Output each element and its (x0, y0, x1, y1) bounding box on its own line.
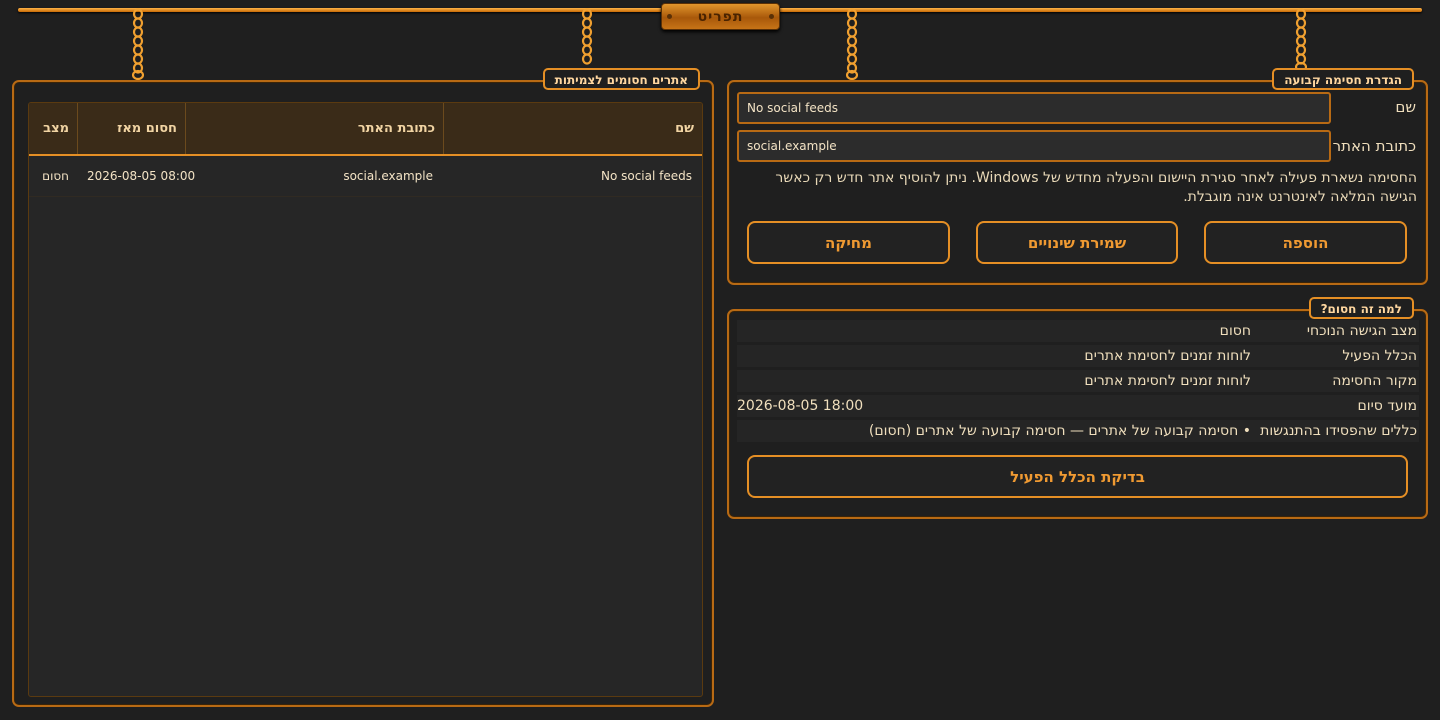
block-source-label: מקור החסימה (1332, 373, 1417, 389)
info-row-end-time: מועד סיום 2026-08-05 18:00 (737, 395, 1419, 417)
access-state-value: חסום (1219, 323, 1251, 339)
chain-icon (581, 8, 593, 68)
info-row-access-state: מצב הגישה הנוכחי חסום (737, 320, 1419, 342)
table-header: שם כתובת האתר חסום מאז מצב (29, 103, 702, 156)
chain-icon (846, 8, 858, 80)
form-title: הגדרת חסימה קבועה (1272, 68, 1414, 90)
url-input[interactable] (737, 130, 1331, 162)
name-input[interactable] (737, 92, 1331, 124)
column-header-url[interactable]: כתובת האתר (185, 103, 443, 154)
column-header-since[interactable]: חסום מאז (77, 103, 185, 154)
chain-icon (1295, 8, 1307, 72)
why-title: ?למה זה חסום (1308, 297, 1414, 319)
chain-icon (132, 8, 144, 80)
info-row-block-source: מקור החסימה לוחות זמנים לחסימת אתרים (737, 370, 1419, 392)
name-label: שם (1395, 98, 1416, 116)
active-rule-value: לוחות זמנים לחסימת אתרים (1084, 348, 1251, 364)
why-blocked-panel: ?למה זה חסום מצב הגישה הנוכחי חסום הכלל … (727, 297, 1428, 519)
info-row-active-rule: הכלל הפעיל לוחות זמנים לחסימת אתרים (737, 345, 1419, 367)
menu-button[interactable]: תפריט (661, 3, 780, 30)
rivet-icon (769, 14, 774, 19)
lost-rules-label: כללים שהפסידו בהתנגשות (1260, 423, 1417, 439)
url-label: כתובת האתר (1332, 137, 1416, 155)
cell-since: 2026-08-05 08:00 (87, 169, 196, 183)
lost-rules-value: • חסימה קבועה של אתרים — חסימה קבועה של … (868, 423, 1251, 439)
cell-url: social.example (343, 169, 433, 183)
check-active-rule-button[interactable]: בדיקת הכלל הפעיל (747, 455, 1408, 498)
block-source-value: לוחות זמנים לחסימת אתרים (1084, 373, 1251, 389)
cell-status: חסום (42, 169, 69, 183)
save-button[interactable]: שמירת שינויים (976, 221, 1178, 264)
menu-label: תפריט (697, 8, 744, 25)
access-state-label: מצב הגישה הנוכחי (1306, 323, 1417, 339)
end-time-value: 2026-08-05 18:00 (737, 398, 864, 414)
info-row-lost-rules: כללים שהפסידו בהתנגשות • חסימה קבועה של … (737, 420, 1419, 442)
blocked-sites-title: אתרים חסומים לצמיתות (542, 68, 700, 90)
rivet-icon (667, 14, 672, 19)
end-time-label: מועד סיום (1357, 398, 1418, 414)
blocked-sites-panel: אתרים חסומים לצמיתות שם כתובת האתר חסום … (12, 68, 714, 707)
add-button[interactable]: הוספה (1204, 221, 1407, 264)
column-header-status[interactable]: מצב (29, 103, 77, 154)
table-row[interactable]: No social feeds social.example 2026-08-0… (29, 156, 702, 197)
active-rule-label: הכלל הפעיל (1342, 348, 1417, 364)
delete-button[interactable]: מחיקה (747, 221, 950, 264)
blocked-sites-table: שם כתובת האתר חסום מאז מצב No social fee… (28, 102, 703, 697)
persistence-note: החסימה נשארת פעילה לאחר סגירת היישום והפ… (775, 170, 1417, 205)
permanent-block-form: הגדרת חסימה קבועה שם כתובת האתר החסימה נ… (727, 68, 1428, 285)
cell-name: No social feeds (600, 169, 692, 183)
column-header-name[interactable]: שם (443, 103, 702, 154)
